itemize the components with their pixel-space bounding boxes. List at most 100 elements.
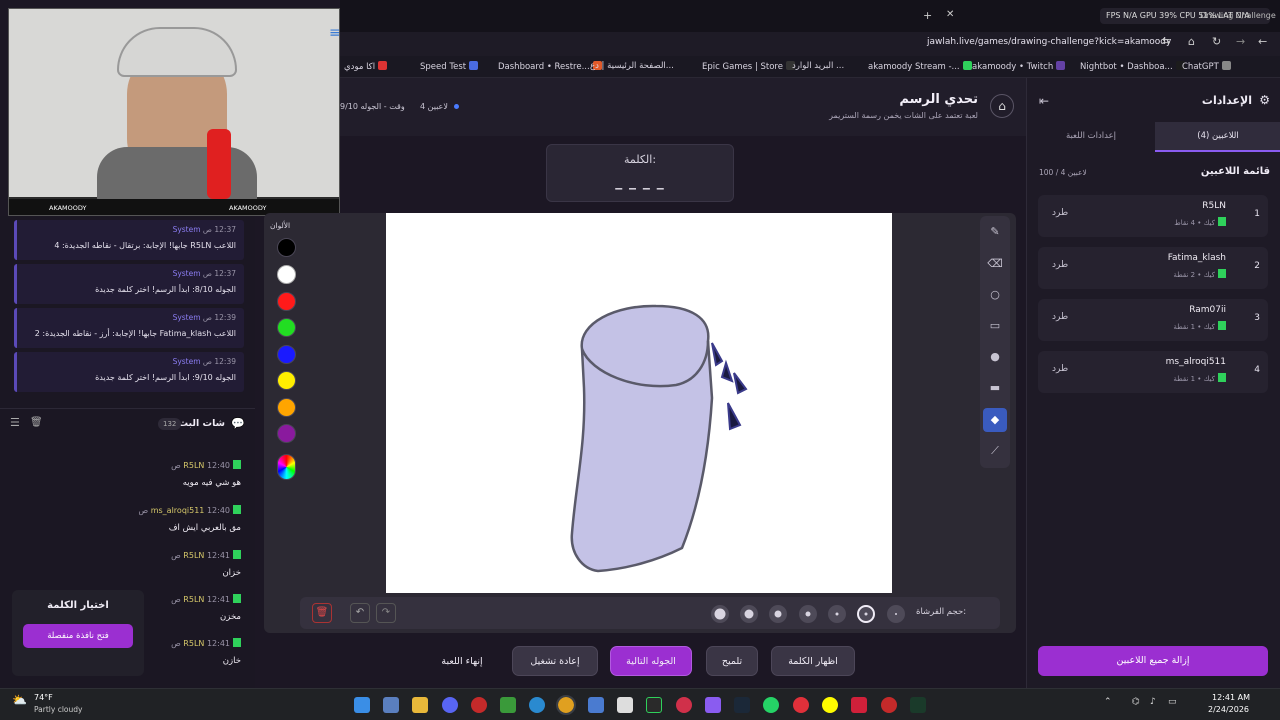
brush-size-l[interactable] [740,605,758,623]
new-tab-icon[interactable]: + [923,9,932,22]
start-icon[interactable] [354,697,370,713]
system-message: 12:39 ص System اللاعب Fatima_klash جابها… [14,308,244,348]
hint-button[interactable]: تلميح [706,646,758,676]
instagram-handle: AKAMOODY [229,204,267,212]
trash-icon[interactable]: 🗑 [30,417,43,428]
clear-canvas-icon[interactable]: 🗑 [312,603,332,623]
home-icon[interactable]: ⌂ [990,94,1014,118]
minecraft-icon[interactable] [500,697,516,713]
kick-button[interactable]: طرد [1052,208,1068,218]
color-black[interactable] [277,238,296,257]
taskbar-app-icon[interactable] [910,697,926,713]
back-icon[interactable]: ← [1258,35,1267,48]
undo-icon[interactable]: ↶ [350,603,370,623]
color-yellow[interactable] [277,371,296,390]
tray-chevron-icon[interactable]: ⌃ [1104,697,1112,707]
tab-game-settings[interactable]: إعدادات اللعبة [1027,122,1155,152]
forward-icon[interactable]: → [1236,35,1245,48]
steam-icon[interactable] [734,697,750,713]
taskbar-app-icon[interactable] [617,697,633,713]
color-orange[interactable] [277,398,296,417]
menu-icon[interactable]: ≡ [329,25,339,41]
bookmark-1[interactable]: اكا مودي [344,61,390,72]
home-icon[interactable]: ⌂ [1188,35,1195,48]
color-green[interactable] [277,318,296,337]
eraser-icon[interactable]: ⌫ [983,252,1007,276]
rectangle-outline-icon[interactable]: ▭ [983,314,1007,338]
bookmark-7[interactable]: akamoody Stream -... [868,61,975,72]
file-explorer-icon[interactable] [412,697,428,713]
kick-button[interactable]: طرد [1052,260,1068,270]
open-popup-button[interactable]: فتح نافذة منفصلة [23,624,133,648]
fill-bucket-icon[interactable]: ◆ [983,408,1007,432]
color-purple[interactable] [277,424,296,443]
brush-size-m[interactable] [769,605,787,623]
kick-button[interactable]: طرد [1052,364,1068,374]
brush-size-xs[interactable] [828,605,846,623]
brush-size-xxs[interactable] [887,605,905,623]
end-game-button[interactable]: إنهاء اللعبة [426,646,498,676]
close-tab-icon[interactable]: ✕ [946,9,954,20]
bookmark-3[interactable]: Dashboard • Restre... [498,61,605,72]
line-icon[interactable]: ⟋ [983,439,1007,463]
collapse-panel-icon[interactable]: ⇤ [1039,94,1049,108]
bookmark-10[interactable]: ChatGPT [1182,61,1234,72]
bookmark-2[interactable]: Speed Test [420,61,481,72]
active-tab[interactable]: Drawing Challenge [1200,11,1276,20]
color-white[interactable] [277,265,296,284]
redo-icon[interactable]: ↷ [376,603,396,623]
url-input[interactable]: jawlah.live/games/drawing-challenge?kick… [927,37,1171,47]
remove-all-players-button[interactable]: إزالة جميع اللاعبين [1038,646,1268,676]
show-word-button[interactable]: اظهار الكلمة [771,646,855,676]
swap-icon[interactable]: ⇆ [1162,36,1170,47]
brush-size-s[interactable] [799,605,817,623]
clock-time[interactable]: 12:41 AM [1212,693,1250,702]
player-row: 4 ms_alroqi511 كيك • 1 نقطة طرد [1038,351,1268,393]
circle-outline-icon[interactable]: ○ [983,283,1007,307]
taskbar-app-icon[interactable] [588,697,604,713]
color-picker-icon[interactable] [277,454,296,480]
bookmark-5[interactable]: Epic Games | Store [702,61,798,72]
bookmark-6[interactable]: البريد الوارد ... [792,61,844,71]
color-blue[interactable] [277,345,296,364]
taskbar-app-icon[interactable] [793,697,809,713]
brush-size-selected[interactable] [857,605,875,623]
restart-button[interactable]: إعادة تشغيل [512,646,598,676]
players-count: 4 لاعبين [420,102,448,111]
discord-icon[interactable] [442,697,458,713]
edge-icon[interactable] [529,697,545,713]
taskbar-app-icon[interactable] [676,697,692,713]
taskbar-app-icon[interactable] [383,697,399,713]
drawing-canvas[interactable] [386,213,892,593]
battery-icon[interactable]: ▭ [1168,697,1177,707]
taskbar-app-icon[interactable] [851,697,867,713]
pencil-icon[interactable]: ✎ [983,220,1007,244]
taskbar-app-icon[interactable] [646,697,662,713]
colors-label: الألوان [270,221,291,230]
next-round-button[interactable]: الجوله التالية [610,646,692,676]
reload-icon[interactable]: ↻ [1212,35,1221,48]
brush-size-xl[interactable] [711,605,729,623]
players-list-title: قائمة اللاعبين [1200,166,1270,177]
rectangle-filled-icon[interactable]: ▬ [983,376,1007,400]
bookmark-8[interactable]: akamoody • Twitch [972,61,1068,72]
taskbar-app-icon[interactable] [471,697,487,713]
bookmark-4[interactable]: الصفحة الرئيسية | دع... [590,61,674,71]
tab-players[interactable]: اللاعبين (4) [1155,122,1280,152]
chrome-icon[interactable] [556,695,576,715]
volume-icon[interactable]: ♪ [1150,697,1156,707]
chat-title: شات البث [178,418,225,429]
clock-date[interactable]: 2/24/2026 [1208,705,1249,714]
list-icon[interactable]: ☰ [10,416,20,429]
circle-filled-icon[interactable]: ● [983,345,1007,369]
bookmark-9[interactable]: Nightbot • Dashboa... [1080,61,1188,72]
color-red[interactable] [277,292,296,311]
snapchat-icon[interactable] [822,697,838,713]
kick-button[interactable]: طرد [1052,312,1068,322]
network-icon[interactable]: ⌬ [1132,697,1140,707]
player-row: 3 Ram07ii كيك • 1 نقطة طرد [1038,299,1268,341]
taskbar-app-icon[interactable] [881,697,897,713]
chat-message: R5LN 12:41 ص خزان [171,550,241,578]
whatsapp-icon[interactable] [763,697,779,713]
taskbar-app-icon[interactable] [705,697,721,713]
